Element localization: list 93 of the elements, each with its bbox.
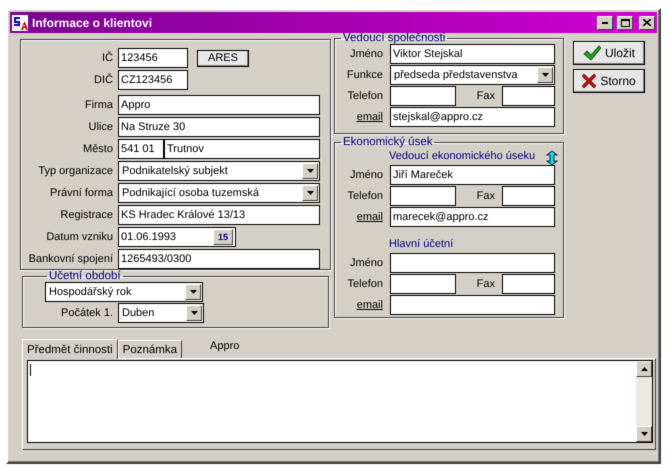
input-field[interactable] [390, 274, 456, 294]
checkmark-icon [582, 45, 601, 61]
field-label: Jméno [348, 169, 383, 181]
field-label: Firma [84, 99, 113, 111]
dropdown-button[interactable] [302, 163, 318, 179]
minimize-button[interactable] [597, 16, 613, 30]
group-title: Vedoucí společnosti [342, 32, 446, 44]
input-field[interactable] [502, 186, 555, 206]
email-link[interactable]: email [356, 299, 383, 311]
field-label: Telefon [346, 190, 383, 202]
field-label: Datum vzniku [45, 231, 113, 243]
field-label: IČ [101, 52, 113, 64]
maximize-button[interactable] [617, 16, 633, 30]
field-label: Jméno [348, 48, 383, 60]
calendar-button[interactable]: 15 [213, 229, 233, 245]
select-field[interactable]: Podnikatelský subjekt [118, 161, 320, 181]
field-label: Jméno [348, 257, 383, 269]
select-field[interactable]: Duben [118, 303, 204, 323]
field-label: Bankovní spojení [28, 253, 113, 265]
section-heading: Hlavní účetní [389, 237, 454, 252]
select-value: předseda představenstva [394, 69, 518, 81]
select-value: Hospodářský rok [49, 286, 132, 298]
close-icon [643, 19, 651, 26]
caret-icon [640, 367, 648, 371]
minimize-icon [602, 22, 608, 24]
field-label: Typ organizace [37, 165, 113, 177]
scroll-up-button[interactable] [636, 361, 652, 377]
cross-icon [582, 74, 596, 88]
input-field[interactable]: marecek@appro.cz [390, 207, 555, 227]
field-label: Ulice [88, 121, 113, 133]
field-label: Telefon [346, 90, 383, 102]
field-label: Fax [476, 190, 495, 202]
email-link[interactable]: email [356, 211, 383, 223]
input-field[interactable]: CZ123456 [118, 70, 188, 90]
email-link[interactable]: email [356, 111, 383, 123]
field-label: Právní forma [49, 187, 113, 199]
caret-icon [190, 311, 198, 315]
group-title: Ekonomický úsek [342, 136, 434, 148]
input-field[interactable] [390, 86, 456, 106]
dropdown-button[interactable] [186, 305, 202, 321]
save-button[interactable]: Uložit [573, 41, 645, 65]
dropdown-button[interactable] [302, 185, 318, 201]
input-field[interactable]: Viktor Stejskal [390, 44, 555, 64]
caret-icon [306, 169, 314, 173]
field-label: Funkce [346, 69, 383, 81]
select-value: Podnikatelský subjekt [122, 165, 228, 177]
input-field[interactable]: 123456 [118, 48, 188, 68]
tab[interactable]: Poznámka [118, 340, 182, 358]
section-heading: Vedoucí ekonomického úseku [389, 149, 536, 164]
app-logo-icon [12, 14, 28, 30]
input-field[interactable] [502, 86, 555, 106]
caret-icon [542, 73, 548, 77]
tab-caption: Appro [210, 340, 240, 352]
input-field[interactable] [502, 274, 555, 294]
text-cursor [30, 364, 31, 376]
field-label: DIČ [93, 74, 113, 86]
input-field[interactable]: KS Hradec Králové 13/13 [118, 205, 320, 225]
caret-icon [640, 432, 648, 436]
cancel-button[interactable]: Storno [573, 69, 645, 93]
select-field[interactable]: Podnikající osoba tuzemská [118, 183, 320, 203]
field-label: Fax [476, 90, 495, 102]
input-field[interactable] [390, 295, 555, 315]
tab[interactable]: Předmět činnosti [22, 339, 118, 359]
ares-button[interactable]: ARES [197, 50, 249, 66]
date-field[interactable]: 01.06.1993 15 [118, 227, 236, 247]
scroll-down-button[interactable] [636, 426, 652, 442]
field-label: Počátek 1. [60, 307, 113, 319]
field-label: Registrace [59, 209, 113, 221]
field-label: Telefon [346, 278, 383, 290]
input-field[interactable]: stejskal@appro.cz [390, 107, 555, 127]
input-field[interactable] [390, 253, 555, 273]
group-title: Účetní období [48, 270, 122, 282]
caret-icon [190, 290, 196, 294]
input-field[interactable]: Appro [118, 95, 320, 115]
field-label: Město [82, 143, 113, 155]
dropdown-button[interactable] [537, 67, 553, 83]
swap-arrows-icon[interactable] [546, 151, 558, 165]
caret-icon [306, 191, 314, 195]
select-field[interactable]: Hospodářský rok [45, 282, 203, 302]
input-field[interactable]: Jiří Mareček [390, 165, 555, 185]
field-label: Fax [476, 278, 495, 290]
input-field[interactable] [390, 186, 456, 206]
window-title: Informace o klientovi [32, 16, 154, 30]
select-field[interactable]: předseda představenstva [390, 65, 555, 85]
select-value: Duben [122, 307, 154, 319]
dropdown-button[interactable] [185, 284, 201, 300]
select-value: Podnikající osoba tuzemská [122, 187, 259, 199]
input-field[interactable]: Na Struze 30 [118, 117, 320, 137]
maximize-icon [620, 18, 630, 26]
input-field[interactable]: Trutnov [164, 139, 320, 159]
close-button[interactable] [639, 16, 655, 30]
input-field[interactable]: 1265493/0300 [118, 249, 320, 269]
input-field[interactable]: 541 01 [118, 139, 164, 159]
